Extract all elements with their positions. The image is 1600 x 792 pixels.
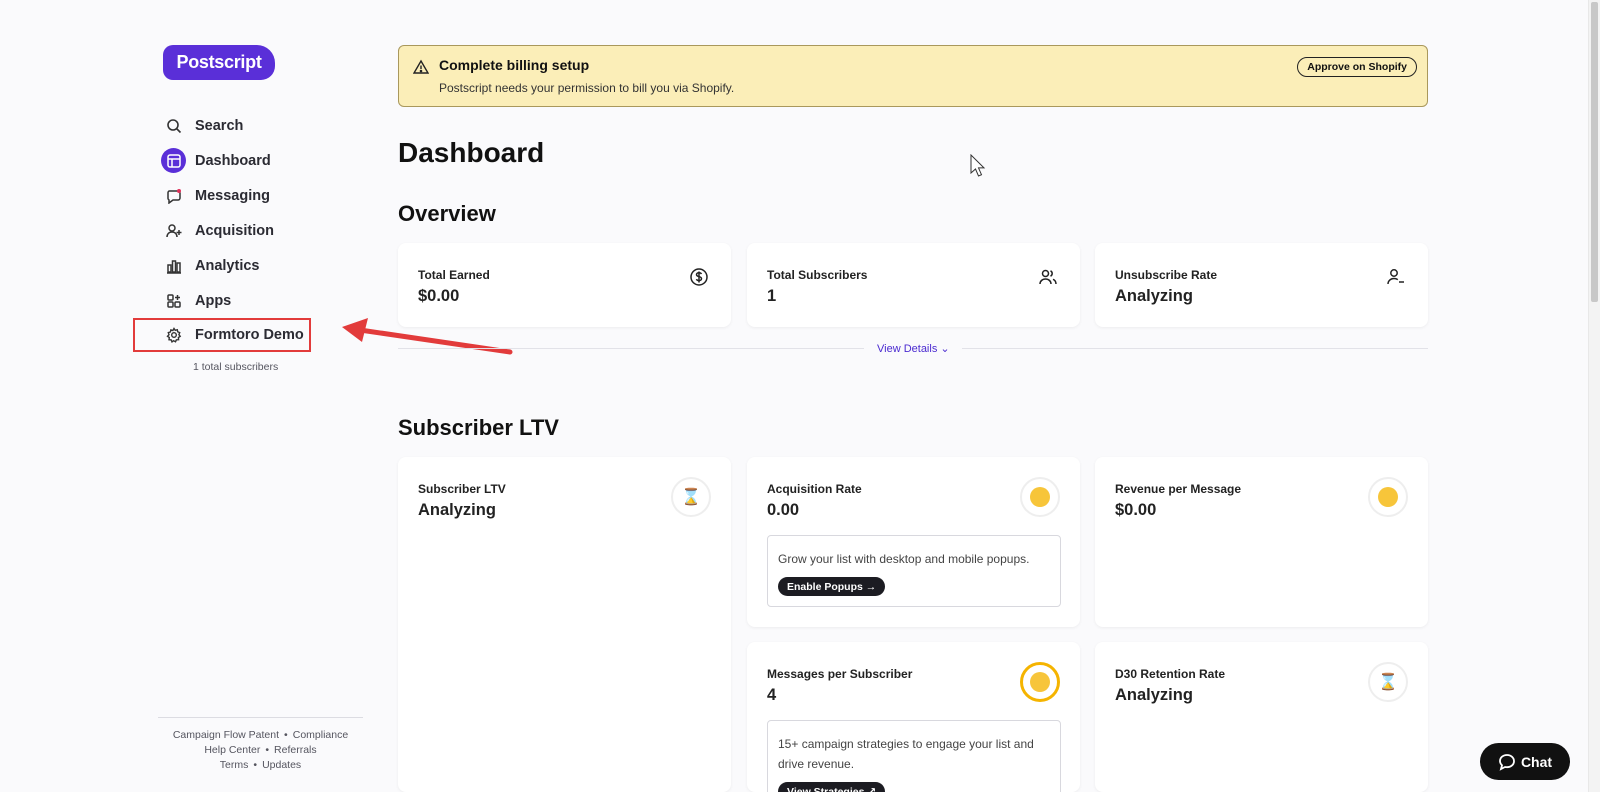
sidebar-item-analytics[interactable]: Analytics [160,248,360,283]
sidebar-item-apps[interactable]: Apps [160,283,360,318]
thinking-face-icon [1368,477,1408,517]
metric-card-unsubscribe-rate[interactable]: Unsubscribe Rate Analyzing [1095,243,1428,327]
view-strategies-button[interactable]: View Strategies ↗ [778,782,886,792]
metric-value: 1 [767,287,777,305]
metric-label: D30 Retention Rate [1115,667,1226,681]
details-divider-left [398,348,864,349]
page-scrollbar[interactable] [1588,0,1600,792]
users-icon [1039,269,1057,285]
metric-label: Total Earned [418,268,490,282]
metric-card-subscriber-ltv[interactable]: Subscriber LTV Analyzing ⌛ [398,457,731,792]
gear-icon [161,323,186,348]
metric-value: Analyzing [418,501,496,519]
sidebar-nav: Search Dashboard Messaging Acquisition A… [160,108,360,318]
metric-label: Total Subscribers [767,268,868,282]
enable-popups-button[interactable]: Enable Popups → [778,577,886,596]
footer-link-referrals[interactable]: Referrals [274,744,317,756]
footer-divider [158,717,363,718]
sidebar-item-messaging[interactable]: Messaging [160,178,360,213]
view-details-label: View Details [877,343,938,355]
message-icon [161,183,186,208]
chat-label: Chat [1520,753,1553,770]
chat-button[interactable]: Chat [1480,743,1570,780]
neutral-face-icon [1020,662,1060,702]
metric-label: Subscriber LTV [418,482,506,496]
approve-shopify-button[interactable]: Approve on Shopify [1297,57,1417,77]
metric-label: Messages per Subscriber [767,667,913,681]
bar-chart-icon [161,253,186,278]
chat-bubble-icon [1499,753,1515,771]
hourglass-icon: ⌛ [671,477,711,517]
sidebar-item-label: Analytics [195,257,260,274]
user-add-icon [161,218,186,243]
details-divider-right [962,348,1428,349]
tip-text: 15+ campaign strategies to engage your l… [778,737,1034,771]
banner-text: Postscript needs your permission to bill… [439,81,735,95]
banner-title: Complete billing setup [439,57,590,73]
apps-icon [161,288,186,313]
footer-link-terms[interactable]: Terms [220,759,249,771]
metric-value: $0.00 [418,287,460,305]
mouse-cursor-icon [970,154,986,177]
billing-banner: Complete billing setup Postscript needs … [398,45,1428,107]
postscript-logo[interactable]: Postscript [163,45,275,80]
footer-link-compliance[interactable]: Compliance [293,729,348,741]
dollar-icon [690,268,708,286]
metric-card-messages-per-subscriber[interactable]: Messages per Subscriber 4 15+ campaign s… [747,642,1080,792]
popup-tip: Grow your list with desktop and mobile p… [767,535,1061,607]
page-title: Dashboard [398,137,545,168]
footer-link-updates[interactable]: Updates [262,759,301,771]
search-icon [161,113,186,138]
sidebar-item-label: Apps [195,292,232,309]
sidebar-item-label: Dashboard [195,152,271,169]
metric-card-total-earned[interactable]: Total Earned $0.00 [398,243,731,327]
shop-name: Formtoro Demo [195,327,304,343]
tip-text: Grow your list with desktop and mobile p… [778,552,1030,566]
sidebar: Postscript Search Dashboard Messaging Ac… [0,0,513,792]
footer-link-help[interactable]: Help Center [204,744,260,756]
sidebar-item-search[interactable]: Search [160,108,360,143]
hourglass-icon: ⌛ [1368,662,1408,702]
thinking-face-icon [1020,477,1060,517]
dashboard-icon [161,148,186,173]
metric-value: 4 [767,686,777,704]
subscriber-count: 1 total subscribers [193,361,279,373]
sidebar-item-acquisition[interactable]: Acquisition [160,213,360,248]
sidebar-item-label: Acquisition [195,222,274,239]
metric-value: 0.00 [767,501,800,519]
user-remove-icon [1387,269,1404,285]
sidebar-item-dashboard[interactable]: Dashboard [160,143,360,178]
strategies-tip: 15+ campaign strategies to engage your l… [767,720,1061,792]
sidebar-item-label: Search [195,117,244,134]
metric-label: Acquisition Rate [767,482,862,496]
metric-value: Analyzing [1115,686,1193,704]
metric-value: $0.00 [1115,501,1157,519]
metric-card-acquisition-rate[interactable]: Acquisition Rate 0.00 Grow your list wit… [747,457,1080,627]
metric-card-total-subscribers[interactable]: Total Subscribers 1 [747,243,1080,327]
sidebar-item-label: Messaging [195,187,270,204]
overview-heading: Overview [398,201,496,226]
warning-icon [413,59,429,74]
metric-card-d30-retention[interactable]: D30 Retention Rate Analyzing ⌛ [1095,642,1428,792]
metric-value: Analyzing [1115,287,1193,305]
metric-card-revenue-per-message[interactable]: Revenue per Message $0.00 [1095,457,1428,627]
view-details-link[interactable]: View Details ⌄ [877,342,950,355]
footer-link-patent[interactable]: Campaign Flow Patent [173,729,279,741]
chevron-down-icon: ⌄ [940,343,950,355]
metric-label: Unsubscribe Rate [1115,268,1218,282]
shop-settings-item[interactable]: Formtoro Demo [160,318,304,352]
scrollbar-thumb[interactable] [1591,2,1598,302]
subscriber-ltv-heading: Subscriber LTV [398,415,559,440]
metric-label: Revenue per Message [1115,482,1242,496]
sidebar-footer: Campaign Flow Patent • Compliance Help Cen… [172,729,349,771]
